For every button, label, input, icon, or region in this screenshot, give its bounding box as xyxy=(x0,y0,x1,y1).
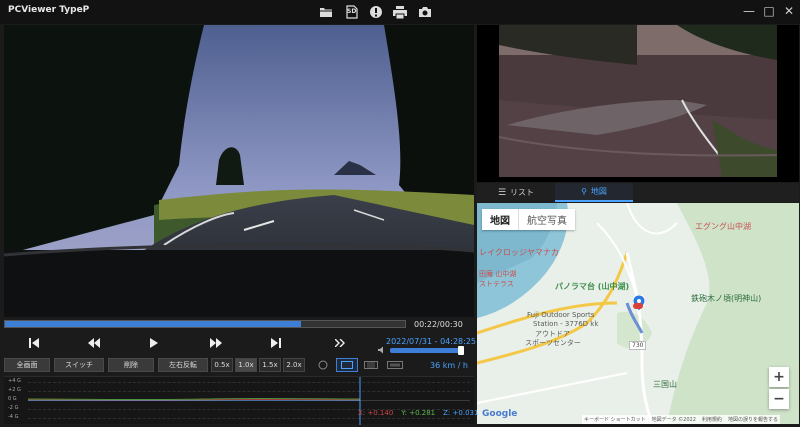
fast-forward-icon xyxy=(210,338,222,348)
playback-time: 00:22/00:30 xyxy=(414,320,463,329)
rewind-button[interactable] xyxy=(64,333,124,353)
tab-list[interactable]: ☰ リスト xyxy=(477,183,555,202)
delete-button[interactable]: 削除 xyxy=(108,358,154,372)
skip-previous-button[interactable] xyxy=(4,333,64,353)
speed-1-5x-button[interactable]: 1.5x xyxy=(259,358,281,372)
rear-camera-video[interactable] xyxy=(477,25,799,182)
map-pin-icon: ⚲ xyxy=(581,187,587,196)
speed-2-0x-button[interactable]: 2.0x xyxy=(283,358,305,372)
map-label-lakeside: レイクロッジヤマナカ xyxy=(479,248,559,257)
info-icon[interactable] xyxy=(368,4,384,20)
fullscreen-button[interactable]: 全画面 xyxy=(4,358,50,372)
camera-icon[interactable] xyxy=(417,4,433,20)
folder-icon[interactable] xyxy=(318,4,334,20)
wide-view-icon xyxy=(387,361,403,369)
maximize-button[interactable]: □ xyxy=(762,4,776,18)
sd-card-icon[interactable]: SD xyxy=(343,4,359,20)
zoom-in-button[interactable]: + xyxy=(769,367,789,387)
g-value-x: X: +0.140 xyxy=(358,409,394,417)
play-icon xyxy=(150,338,158,348)
tab-map[interactable]: ⚲ 地図 xyxy=(555,183,633,202)
front-camera-video[interactable] xyxy=(4,25,474,317)
app-title: PCViewer TypeP xyxy=(8,5,90,15)
map-footer-report[interactable]: 地図の誤りを報告する xyxy=(728,416,778,423)
map-footer-shortcuts[interactable]: キーボード ショートカット xyxy=(584,416,646,423)
speed-readout: 36 km / h xyxy=(430,360,468,370)
skip-next-button[interactable] xyxy=(246,333,306,353)
skip-next-icon xyxy=(271,338,281,348)
switch-button[interactable]: スイッチ xyxy=(54,358,104,372)
map-label-fuji4: スポーツセンター xyxy=(525,339,581,347)
map-label-panorama: パノラマ台 (山中湖) xyxy=(555,282,630,291)
rewind-icon xyxy=(88,338,100,348)
g-value-y: Y: +0.281 xyxy=(401,409,436,417)
map-type-toggle: 地図 航空写真 xyxy=(482,209,575,230)
map-footer-copyright: 地図データ ©2022 xyxy=(651,417,696,423)
play-button[interactable] xyxy=(124,333,184,353)
fast-forward-button[interactable] xyxy=(186,333,246,353)
volume-slider-handle[interactable] xyxy=(458,346,464,355)
map-type-satellite[interactable]: 航空写真 xyxy=(518,209,575,230)
map-label-shrine: 鉄砲木ノ頃(明神山) xyxy=(691,294,762,303)
list-icon: ☰ xyxy=(497,187,507,198)
speed-0-5x-button[interactable]: 0.5x xyxy=(211,358,233,372)
route-730-label: 730 xyxy=(629,341,647,350)
g-value-z: Z: +0.031 xyxy=(443,409,479,417)
expand-panel-button[interactable] xyxy=(310,333,370,353)
split-view-button[interactable] xyxy=(360,358,382,372)
g-sensor-values: X: +0.140 Y: +0.281 Z: +0.031 xyxy=(358,409,478,417)
map-label-fuji1: Fuji Outdoor Sports xyxy=(527,311,595,319)
sd-card-label: SD xyxy=(347,8,357,15)
print-icon[interactable] xyxy=(392,4,408,20)
google-logo: Google xyxy=(482,409,518,419)
minimize-button[interactable]: — xyxy=(742,4,756,18)
single-view-button[interactable] xyxy=(336,358,358,372)
volume-slider[interactable] xyxy=(390,348,462,353)
map-type-map[interactable]: 地図 xyxy=(482,209,518,230)
tab-list-label: リスト xyxy=(510,188,535,197)
wide-view-button[interactable] xyxy=(384,358,406,372)
playback-progress[interactable] xyxy=(4,320,406,328)
map-label-fuji2: Station - 3776D kk xyxy=(533,320,599,328)
map-footer-terms[interactable]: 利用規約 xyxy=(702,416,722,423)
speed-1-0x-button[interactable]: 1.0x xyxy=(235,358,257,372)
tab-map-label: 地図 xyxy=(590,187,607,196)
map-view[interactable]: 地図 航空写真 エグング山中湖 レイクロッジヤマナカ 田庵 山中湖 ストテラス … xyxy=(477,203,799,424)
recording-date: 2022/07/31 - 04:28:25 xyxy=(386,337,477,346)
skip-previous-icon xyxy=(29,338,39,348)
playback-progress-fill xyxy=(5,321,301,327)
close-button[interactable]: ✕ xyxy=(782,4,796,18)
map-label-mikuni: 三国山 xyxy=(653,380,677,389)
single-view-icon xyxy=(341,361,353,369)
map-label-eigong: エグング山中湖 xyxy=(695,222,751,231)
mirror-button[interactable]: 左右反転 xyxy=(158,358,208,372)
zoom-out-button[interactable]: − xyxy=(769,389,789,409)
circle-view-icon xyxy=(318,360,328,370)
circle-view-button[interactable] xyxy=(312,358,334,372)
split-view-icon xyxy=(364,361,378,369)
map-current-position xyxy=(633,303,643,309)
double-chevron-right-icon xyxy=(335,339,345,347)
volume-icon[interactable] xyxy=(378,346,386,354)
map-label-resort2: ストテラス xyxy=(479,280,514,288)
map-footer: キーボード ショートカット 地図データ ©2022 利用規約 地図の誤りを報告す… xyxy=(582,415,780,424)
map-label-resort1: 田庵 山中湖 xyxy=(479,270,517,278)
